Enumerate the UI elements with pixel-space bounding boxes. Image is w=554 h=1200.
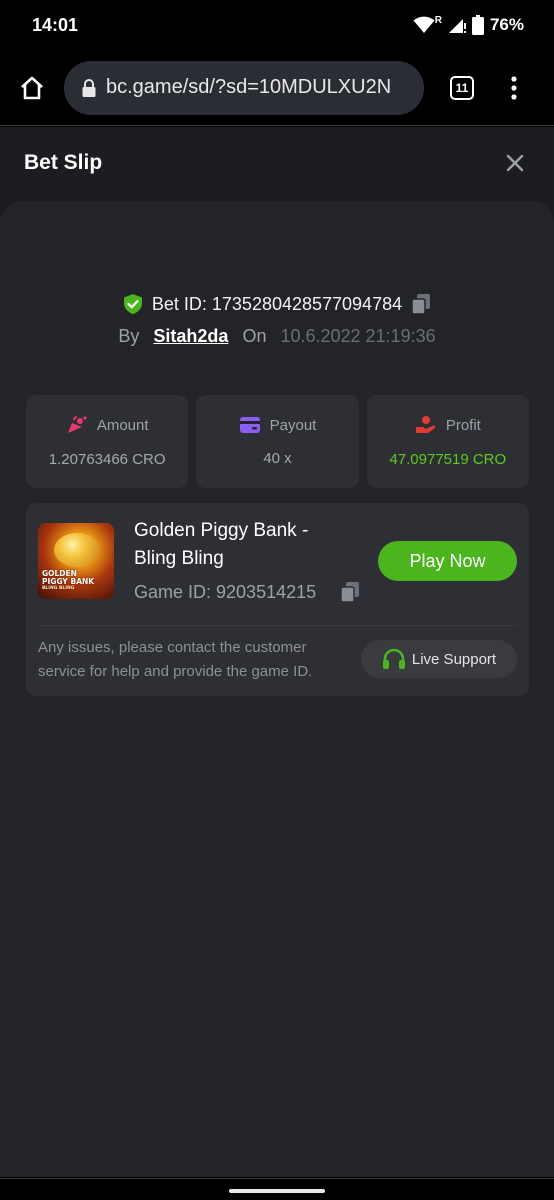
bet-id: Bet ID: 1735280428577094784 bbox=[151, 293, 403, 314]
divider bbox=[38, 625, 517, 626]
live-support-label: Live Support bbox=[411, 650, 497, 668]
tabs-icon: 11 bbox=[450, 75, 474, 100]
browser-menu-button[interactable] bbox=[492, 56, 536, 120]
bet-id-row: Bet ID: 1735280428577094784 bbox=[0, 293, 554, 315]
status-bar: 14:01 R 76% bbox=[0, 0, 554, 50]
payout-label: Payout bbox=[269, 416, 317, 434]
amount-icon bbox=[67, 416, 87, 433]
wallet-icon bbox=[239, 417, 260, 433]
battery-icon bbox=[471, 15, 484, 35]
battery-percent: 76% bbox=[489, 15, 524, 34]
signal-icon bbox=[448, 19, 466, 33]
tab-count: 11 bbox=[455, 80, 469, 95]
bet-slip-panel: Bet ID: 1735280428577094784 By Sitah2da … bbox=[0, 201, 554, 1177]
phone-screen: 14:01 R 76% bc.game/sd/?sd=10MDULXU2N 11… bbox=[0, 0, 554, 1200]
copy-icon[interactable] bbox=[411, 293, 431, 315]
username-link[interactable]: Sitah2da bbox=[153, 326, 228, 347]
wifi-icon bbox=[413, 16, 435, 33]
thumb-line-2: PIGGY BANK bbox=[42, 577, 95, 586]
status-time: 14:01 bbox=[32, 14, 79, 35]
by-label: By bbox=[118, 326, 140, 346]
game-id: Game ID: 9203514215 bbox=[134, 581, 317, 602]
modal-title: Bet Slip bbox=[24, 151, 103, 174]
on-label: On bbox=[242, 326, 267, 346]
status-icons: R 76% bbox=[413, 15, 524, 35]
verified-shield-icon bbox=[123, 294, 142, 314]
support-note: Any issues, please contact the customer … bbox=[38, 639, 313, 680]
url-text: bc.game/sd/?sd=10MDULXU2N bbox=[106, 76, 392, 98]
payout-card: Payout 40 x bbox=[196, 395, 359, 488]
thumb-line-3: BLING BLING bbox=[42, 586, 75, 591]
headset-icon bbox=[382, 648, 405, 669]
piggy-bank-icon bbox=[54, 533, 100, 567]
tabs-button[interactable]: 11 bbox=[432, 56, 492, 120]
game-thumbnail[interactable]: GOLDEN PIGGY BANK BLING BLING bbox=[38, 523, 114, 599]
home-indicator[interactable] bbox=[229, 1189, 325, 1193]
address-bar[interactable]: bc.game/sd/?sd=10MDULXU2N bbox=[64, 60, 424, 115]
profit-value: 47.0977519 CRO bbox=[389, 451, 507, 468]
amount-card: Amount 1.20763466 CRO bbox=[26, 395, 189, 488]
amount-value: 1.20763466 CRO bbox=[48, 451, 166, 468]
close-button[interactable] bbox=[500, 148, 530, 178]
system-nav-bar bbox=[0, 1178, 554, 1200]
amount-label: Amount bbox=[96, 416, 149, 434]
bet-slip-modal: Bet Slip Bet ID: 1735280428577094784 By … bbox=[0, 127, 554, 1177]
copy-icon[interactable] bbox=[340, 581, 360, 603]
play-now-button[interactable]: Play Now bbox=[378, 541, 517, 581]
bet-meta-row: By Sitah2da On 10.6.2022 21:19:36 bbox=[0, 326, 554, 347]
home-button[interactable] bbox=[0, 56, 64, 120]
profit-hand-icon bbox=[415, 416, 436, 433]
more-vert-icon bbox=[511, 75, 517, 100]
live-support-button[interactable]: Live Support bbox=[361, 640, 517, 678]
bet-stats: Amount 1.20763466 CRO Payout 40 x Profit… bbox=[26, 395, 529, 488]
roaming-indicator: R bbox=[434, 14, 442, 26]
game-title: Golden Piggy Bank - Bling Bling bbox=[134, 520, 309, 569]
thumbnail-text: GOLDEN PIGGY BANK BLING BLING bbox=[42, 570, 112, 592]
payout-value: 40 x bbox=[263, 450, 292, 467]
bet-date: 10.6.2022 21:19:36 bbox=[280, 326, 436, 346]
profit-label: Profit bbox=[445, 416, 481, 434]
profit-card: Profit 47.0977519 CRO bbox=[366, 395, 529, 488]
lock-icon bbox=[82, 78, 96, 97]
modal-header: Bet Slip bbox=[0, 127, 554, 199]
close-icon bbox=[506, 154, 524, 172]
home-icon bbox=[21, 76, 43, 99]
browser-toolbar: bc.game/sd/?sd=10MDULXU2N 11 bbox=[0, 50, 554, 126]
game-id-row: Game ID: 9203514215 bbox=[134, 581, 360, 603]
game-card: GOLDEN PIGGY BANK BLING BLING Golden Pig… bbox=[26, 503, 529, 696]
